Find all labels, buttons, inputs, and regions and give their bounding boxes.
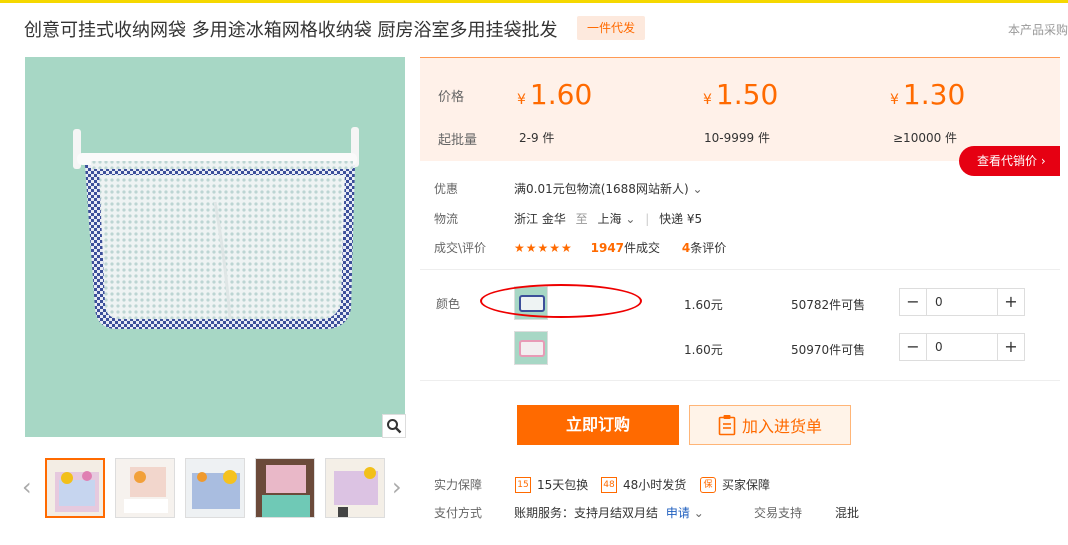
thumb-image-1 <box>47 460 103 516</box>
guarantee-text: 15天包换 <box>537 478 589 492</box>
currency-symbol: ¥ <box>517 92 526 108</box>
guarantee-48h[interactable]: 48 48小时发货 <box>601 476 686 493</box>
sku-thumb-pink[interactable] <box>514 331 548 365</box>
minus-button[interactable]: − <box>900 289 926 315</box>
main-product-image[interactable] <box>25 57 405 437</box>
thumb-next-arrow[interactable]: › <box>392 472 402 502</box>
review-count[interactable]: 4 <box>682 241 690 255</box>
tier-qty-3: ≥10000 件 <box>893 131 958 145</box>
price-value: 1.60 <box>529 78 593 111</box>
ship-to-select[interactable]: 上海 <box>598 212 622 226</box>
guarantee-row: 实力保障 15 15天包换 48 48小时发货 保买家保障 <box>434 476 770 493</box>
discount-label: 优惠 <box>434 182 459 196</box>
thumbnail-1[interactable] <box>45 458 105 518</box>
divider <box>420 380 1060 381</box>
quantity-stepper-2[interactable]: − 0 + <box>899 333 1025 361</box>
discount-value[interactable]: 满0.01元包物流(1688网站新人) <box>514 182 689 196</box>
price-tier-3: ¥1.30 <box>890 78 965 111</box>
thumb-image-4 <box>256 459 314 517</box>
plus-button[interactable]: + <box>998 289 1024 315</box>
minus-button[interactable]: − <box>900 334 926 360</box>
trade-support-label: 交易支持 <box>754 506 803 520</box>
sku-stock-2: 50970件可售 <box>791 343 866 357</box>
price-label: 价格 <box>438 90 465 105</box>
review-suffix: 条评价 <box>690 241 727 255</box>
payment-value: 账期服务：支持月结双月结 <box>514 506 659 520</box>
chevron-down-icon[interactable]: ⌄ <box>692 182 702 196</box>
thumb-image-3 <box>186 459 244 517</box>
quantity-stepper-1[interactable]: − 0 + <box>899 288 1025 316</box>
price-value: 1.50 <box>715 78 779 111</box>
dropship-badge: 一件代发 <box>577 16 645 40</box>
annotation-ellipse <box>480 284 642 318</box>
thumbnail-strip: ‹ › <box>20 456 410 520</box>
deal-review-row: 成交\评价 ★★★★★ 1947件成交 4条评价 <box>434 239 726 256</box>
quantity-input[interactable]: 0 <box>926 334 998 360</box>
thumbnail-4[interactable] <box>255 458 315 518</box>
clipboard-icon <box>718 415 736 436</box>
sku-stock-1: 50782件可售 <box>791 298 866 312</box>
price-tier-1: ¥1.60 <box>517 78 592 111</box>
rating-stars: ★★★★★ <box>514 241 573 255</box>
ship-from: 浙江 金华 <box>514 212 566 226</box>
currency-symbol: ¥ <box>890 92 899 108</box>
thumb-prev-arrow[interactable]: ‹ <box>22 472 32 502</box>
divider <box>420 269 1060 270</box>
magnifier-icon <box>387 419 402 434</box>
guarantee-buyer[interactable]: 保买家保障 <box>700 476 770 493</box>
sku-price-2: 1.60元 <box>684 343 723 357</box>
express-fee: 快递 ¥5 <box>659 212 703 226</box>
min-qty-label: 起批量 <box>438 133 478 148</box>
product-title: 创意可挂式收纳网袋 多用途冰箱网格收纳袋 厨房浴室多用挂袋批发 <box>24 20 558 41</box>
add-to-cart-label: 加入进货单 <box>741 417 822 436</box>
trade-support-value: 混批 <box>835 506 860 520</box>
48-hour-icon: 48 <box>601 476 617 493</box>
guarantee-text: 买家保障 <box>722 478 771 492</box>
thumbnail-3[interactable] <box>185 458 245 518</box>
chevron-down-icon[interactable]: ⌄ <box>694 506 704 520</box>
tier-qty-1: 2-9 件 <box>519 131 555 145</box>
separator: | <box>645 212 650 226</box>
mesh-bag-illustration <box>73 127 359 329</box>
guarantee-text: 48小时发货 <box>623 478 687 492</box>
guarantee-15day[interactable]: 15 15天包换 <box>515 476 588 493</box>
zoom-button[interactable] <box>382 414 406 438</box>
payment-row: 支付方式 账期服务：支持月结双月结 申请 ⌄ 交易支持 混批 <box>434 504 859 521</box>
top-right-link[interactable]: 本产品采购 <box>1008 21 1068 38</box>
thumbnail-5[interactable] <box>325 458 385 518</box>
color-label: 颜色 <box>436 297 461 311</box>
to-word: 至 <box>575 212 588 226</box>
deal-count[interactable]: 1947 <box>591 241 624 255</box>
logistics-label: 物流 <box>434 212 459 226</box>
view-agent-price-button[interactable]: 查看代销价 › <box>959 146 1060 176</box>
shield-icon: 保 <box>700 476 716 493</box>
guarantee-label: 实力保障 <box>434 478 483 492</box>
sku-image-pink <box>515 332 547 364</box>
deal-label: 成交\评价 <box>434 241 487 255</box>
price-value: 1.30 <box>902 78 966 111</box>
thumb-image-2 <box>116 459 174 517</box>
thumb-image-5 <box>326 459 384 517</box>
quantity-input[interactable]: 0 <box>926 289 998 315</box>
15-day-icon: 15 <box>515 476 531 493</box>
apply-link[interactable]: 申请 <box>666 506 690 520</box>
sku-price-1: 1.60元 <box>684 298 723 312</box>
buy-now-button[interactable]: 立即订购 <box>517 405 679 445</box>
chevron-down-icon[interactable]: ⌄ <box>625 212 635 226</box>
logistics-row: 物流 浙江 金华 至 上海 ⌄ | 快递 ¥5 <box>434 210 702 227</box>
top-accent-line <box>0 0 1068 3</box>
deal-suffix: 件成交 <box>624 241 661 255</box>
thumbnail-2[interactable] <box>115 458 175 518</box>
currency-symbol: ¥ <box>703 92 712 108</box>
tier-qty-2: 10-9999 件 <box>704 131 770 145</box>
payment-label: 支付方式 <box>434 506 483 520</box>
price-panel: 价格 起批量 ¥1.60 ¥1.50 ¥1.30 2-9 件 10-9999 件… <box>420 57 1060 161</box>
discount-row: 优惠 满0.01元包物流(1688网站新人) ⌄ <box>434 180 703 197</box>
add-to-cart-button[interactable]: 加入进货单 <box>689 405 851 445</box>
price-tier-2: ¥1.50 <box>703 78 778 111</box>
plus-button[interactable]: + <box>998 334 1024 360</box>
